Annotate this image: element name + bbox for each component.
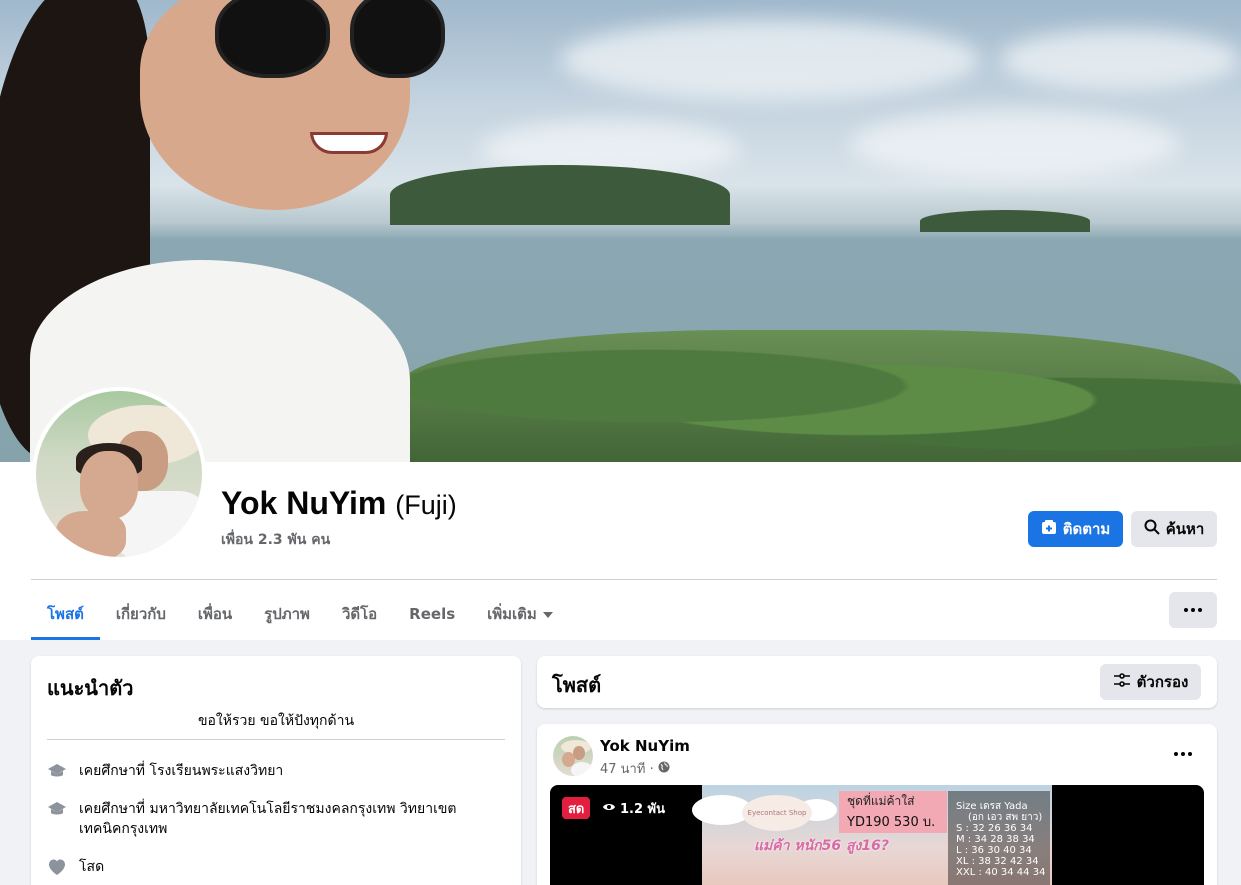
caret-down-icon bbox=[542, 605, 553, 623]
intro-detail-text: โสด bbox=[79, 859, 105, 875]
intro-divider bbox=[47, 739, 505, 740]
tab-about[interactable]: เกี่ยวกับ bbox=[100, 588, 182, 640]
tab-more[interactable]: เพิ่มเติม bbox=[471, 588, 569, 640]
profile-more-button[interactable] bbox=[1169, 592, 1217, 628]
live-badge: สด bbox=[562, 797, 591, 819]
tab-posts[interactable]: โพสต์ bbox=[31, 588, 100, 640]
size-row: XXL : 40 34 44 34 bbox=[956, 867, 1046, 878]
tab-label: เกี่ยวกับ bbox=[115, 605, 166, 623]
size-row: S : 32 26 36 34 bbox=[956, 823, 1033, 834]
cover-photo[interactable] bbox=[0, 0, 1241, 462]
intro-title: แนะนำตัว bbox=[47, 676, 134, 700]
tab-label: เพิ่มเติม bbox=[487, 605, 537, 623]
price-line-2: YD190 530 บ. bbox=[847, 815, 936, 830]
post-author-name[interactable]: Yok NuYim bbox=[600, 737, 690, 755]
search-label: ค้นหา bbox=[1165, 520, 1205, 538]
post-author-avatar[interactable] bbox=[553, 736, 593, 776]
price-box: ชุดที่แม่ค้าใส่ YD190 530 บ. bbox=[839, 791, 947, 833]
intro-detail-relationship: โสด bbox=[47, 857, 505, 877]
posts-title: โพสต์ bbox=[552, 673, 602, 697]
heart-icon bbox=[47, 857, 67, 877]
intro-detail-school: เคยศึกษาที่ โรงเรียนพระแสงวิทยา bbox=[47, 761, 505, 781]
tab-reels[interactable]: Reels bbox=[393, 588, 471, 640]
follow-label: ติดตาม bbox=[1062, 520, 1111, 538]
filter-button[interactable]: ตัวกรอง bbox=[1100, 664, 1201, 700]
view-count-text: 1.2 พัน bbox=[620, 801, 666, 817]
size-row: M : 34 28 38 34 bbox=[956, 834, 1035, 845]
friends-count[interactable]: เพื่อน 2.3 พัน คน bbox=[221, 529, 330, 551]
follow-button[interactable]: ติดตาม bbox=[1028, 511, 1123, 547]
tab-label: Reels bbox=[409, 605, 456, 623]
post-video[interactable]: สด 1.2 พัน Eyecontact Shop ชุดที่แม่ค้าใ… bbox=[550, 785, 1204, 885]
size-subtitle: (อก เอว สพ ยาว) bbox=[968, 812, 1043, 823]
shop-logo: Eyecontact Shop bbox=[742, 795, 812, 831]
follow-icon bbox=[1041, 519, 1057, 539]
video-frame: Eyecontact Shop ชุดที่แม่ค้าใส่ YD190 53… bbox=[692, 785, 1052, 885]
profile-avatar[interactable] bbox=[32, 387, 206, 561]
view-count: 1.2 พัน bbox=[602, 797, 665, 819]
graduation-cap-icon bbox=[47, 799, 67, 819]
profile-name-text: Yok NuYim bbox=[221, 485, 387, 521]
tab-friends[interactable]: เพื่อน bbox=[182, 588, 248, 640]
search-icon bbox=[1144, 519, 1160, 539]
header-divider bbox=[31, 579, 1217, 580]
video-overlay-text: แม่ค้า หนัก56 สูง16? bbox=[754, 838, 889, 854]
tab-label: เพื่อน bbox=[197, 605, 233, 623]
size-title: Size เดรส Yada bbox=[956, 801, 1028, 812]
filter-icon bbox=[1113, 672, 1131, 692]
search-button[interactable]: ค้นหา bbox=[1131, 511, 1217, 547]
size-chart: Size เดรส Yada (อก เอว สพ ยาว) S : 32 26… bbox=[948, 791, 1050, 885]
profile-alt-name: (Fuji) bbox=[395, 490, 457, 520]
price-line-1: ชุดที่แม่ค้าใส่ bbox=[847, 794, 915, 808]
tab-photos[interactable]: รูปภาพ bbox=[248, 588, 326, 640]
intro-detail-text[interactable]: เคยศึกษาที่ มหาวิทยาลัยเทคโนโลยีราชมงคลก… bbox=[79, 799, 505, 839]
post-time-text: 47 นาที · bbox=[600, 762, 654, 777]
tab-label: รูปภาพ bbox=[264, 605, 310, 623]
post-card: Yok NuYim 47 นาที · สด 1.2 พัน Eyecontac… bbox=[537, 724, 1217, 885]
post-options-button[interactable] bbox=[1165, 742, 1201, 766]
tab-label: โพสต์ bbox=[47, 605, 84, 623]
tab-label: วิดีโอ bbox=[341, 605, 378, 623]
profile-name: Yok NuYim (Fuji) bbox=[221, 485, 457, 522]
filter-label: ตัวกรอง bbox=[1136, 673, 1189, 691]
size-row: XL : 38 32 42 34 bbox=[956, 856, 1039, 867]
tab-videos[interactable]: วิดีโอ bbox=[326, 588, 393, 640]
intro-detail-university: เคยศึกษาที่ มหาวิทยาลัยเทคโนโลยีราชมงคลก… bbox=[47, 799, 505, 839]
size-row: L : 36 30 40 34 bbox=[956, 845, 1032, 856]
profile-tabs: โพสต์ เกี่ยวกับ เพื่อน รูปภาพ วิดีโอ Ree… bbox=[31, 588, 569, 640]
intro-detail-text[interactable]: เคยศึกษาที่ โรงเรียนพระแสงวิทยา bbox=[79, 761, 283, 781]
post-timestamp[interactable]: 47 นาที · bbox=[600, 758, 670, 779]
globe-icon bbox=[658, 761, 670, 777]
intro-card: แนะนำตัว ขอให้รวย ขอให้ปังทุกด้าน เคยศึก… bbox=[31, 656, 521, 885]
eye-icon bbox=[602, 801, 616, 816]
posts-header-card: โพสต์ ตัวกรอง bbox=[537, 656, 1217, 708]
intro-bio: ขอให้รวย ขอให้ปังทุกด้าน bbox=[197, 713, 355, 729]
graduation-cap-icon bbox=[47, 761, 67, 781]
